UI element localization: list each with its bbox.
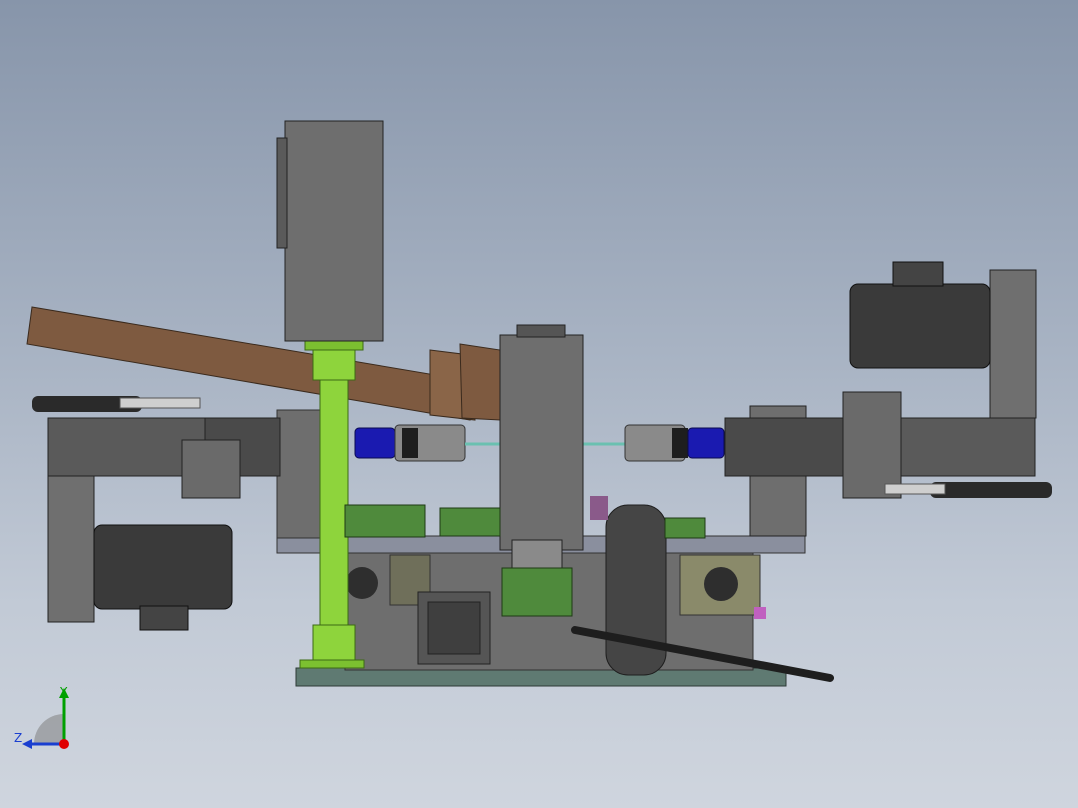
y-axis-label: Y [59,685,68,699]
center-bottom-block [511,539,563,569]
left-cylinder-end [119,397,201,409]
machine-assembly-model[interactable] [0,0,1078,808]
column-collar-top [312,349,356,381]
right-bore [704,567,738,601]
right-chuck-ring [672,428,688,458]
pink-clip [754,607,766,619]
left-coupling [354,427,396,459]
pcb-left [344,504,426,538]
left-motor-box [139,605,189,631]
center-top-block [516,324,566,338]
column-collar-bottom [312,624,356,662]
center-column [499,334,584,551]
base-plate [295,667,787,687]
pcb-right [664,517,706,539]
green-column [319,339,349,661]
upper-cabinet [284,120,384,342]
column-foot [299,659,365,669]
right-gearbox [989,269,1037,419]
pcb-lower [501,567,573,617]
right-valve-block [842,391,902,499]
pcb-center [439,507,501,537]
axis-triad-icon: Y Z [14,685,69,749]
right-coupling [687,427,725,459]
stepper-face [427,601,481,655]
cabinet-door [276,137,288,249]
chute-end [459,343,501,421]
purple-block [590,496,608,520]
left-valve-block [181,439,241,499]
right-cylinder-rod [930,482,1052,498]
right-motor-box [892,261,944,287]
right-spindle-body [724,417,851,477]
left-bore [346,567,378,599]
right-motor [849,283,991,369]
left-chuck-ring [402,428,418,458]
right-cylinder-end [884,483,946,495]
left-gearbox [47,475,95,623]
left-motor [93,524,233,610]
cad-viewport[interactable]: Y Z [0,0,1078,808]
z-axis-label: Z [14,731,22,745]
